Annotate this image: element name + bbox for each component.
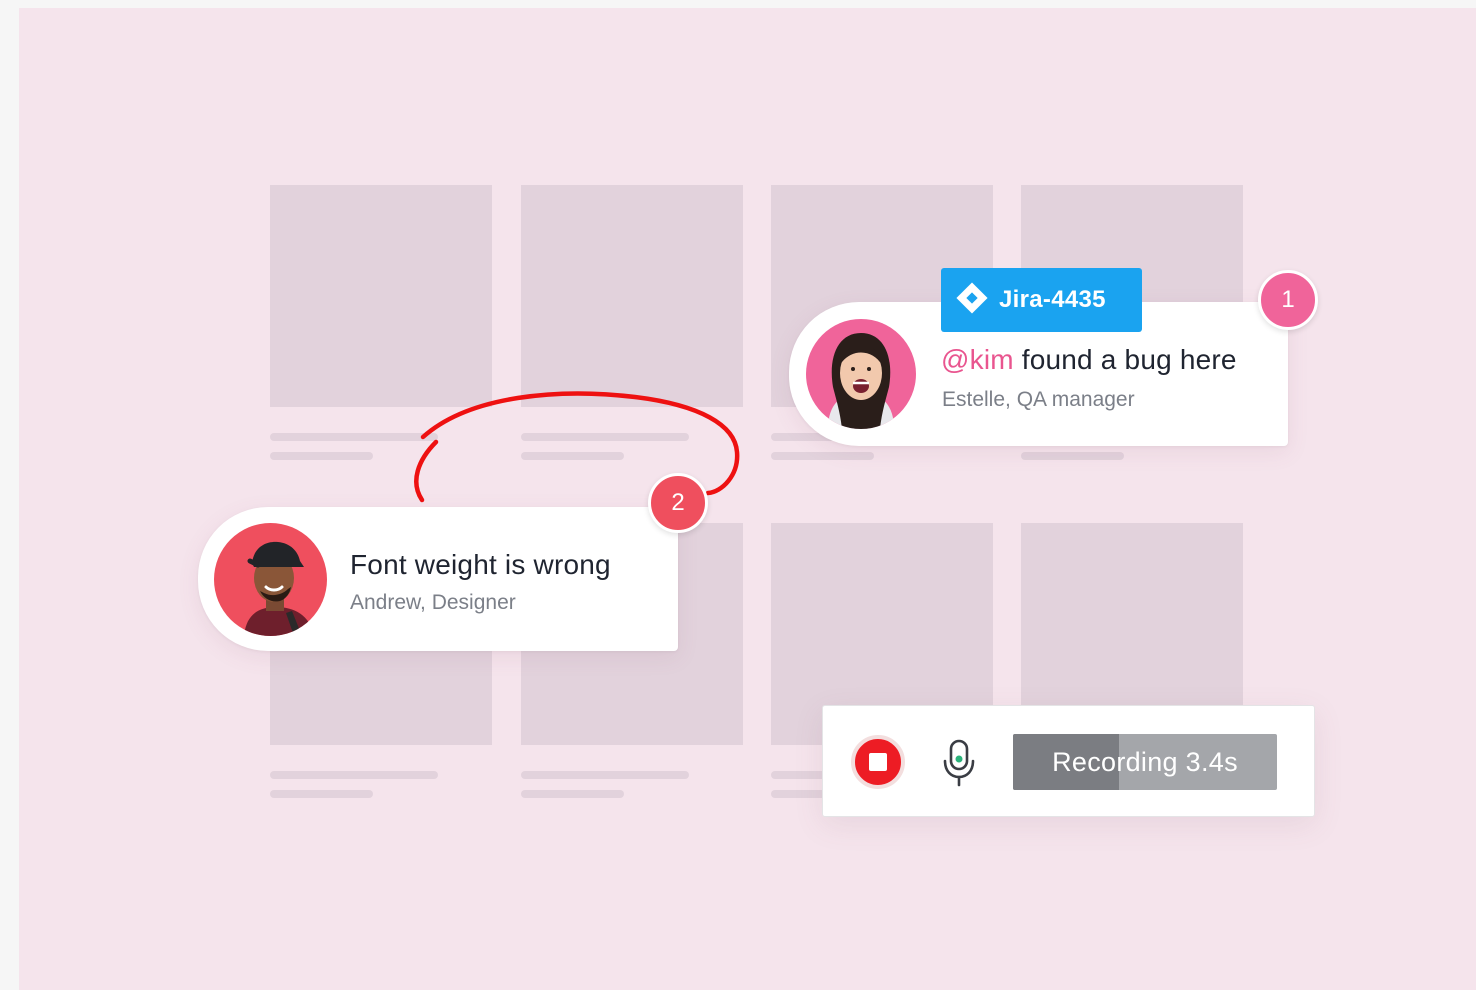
comment-author: Estelle, QA manager (942, 388, 1135, 411)
placeholder-line (270, 452, 373, 460)
placeholder-line (521, 433, 689, 441)
placeholder-line (270, 771, 438, 779)
stop-recording-button[interactable] (851, 735, 905, 789)
placeholder-line (1021, 452, 1124, 460)
recording-label: Recording 3.4s (1052, 746, 1238, 777)
comment-title: Font weight is wrong (350, 549, 611, 580)
placeholder-line (270, 790, 373, 798)
placeholder-line (270, 433, 438, 441)
canvas-background (19, 8, 1476, 990)
comment-badge-2[interactable]: 2 (648, 473, 708, 533)
placeholder-line (521, 790, 624, 798)
microphone-icon[interactable] (941, 739, 977, 792)
comment-text: found a bug here (1013, 344, 1237, 375)
placeholder-tile (270, 185, 492, 407)
placeholder-tile (521, 185, 743, 407)
avatar (806, 319, 916, 429)
comment-title: @kim found a bug here (941, 344, 1237, 376)
placeholder-line (771, 452, 874, 460)
mention-kim[interactable]: @kim (941, 344, 1014, 375)
comment-badge-1[interactable]: 1 (1258, 270, 1318, 330)
placeholder-line (521, 771, 689, 779)
avatar (214, 523, 327, 636)
stop-icon (869, 753, 887, 771)
placeholder-line (521, 452, 624, 460)
jira-label: Jira-4435 (999, 286, 1106, 313)
jira-issue-tag[interactable]: Jira-4435 (941, 268, 1142, 332)
comment-card-2[interactable]: Font weight is wrong Andrew, Designer (198, 507, 678, 651)
recording-toolbar: Recording 3.4s (822, 705, 1315, 817)
comment-author: Andrew, Designer (350, 591, 516, 614)
recording-progress: Recording 3.4s (1013, 734, 1277, 790)
jira-icon (955, 281, 989, 320)
